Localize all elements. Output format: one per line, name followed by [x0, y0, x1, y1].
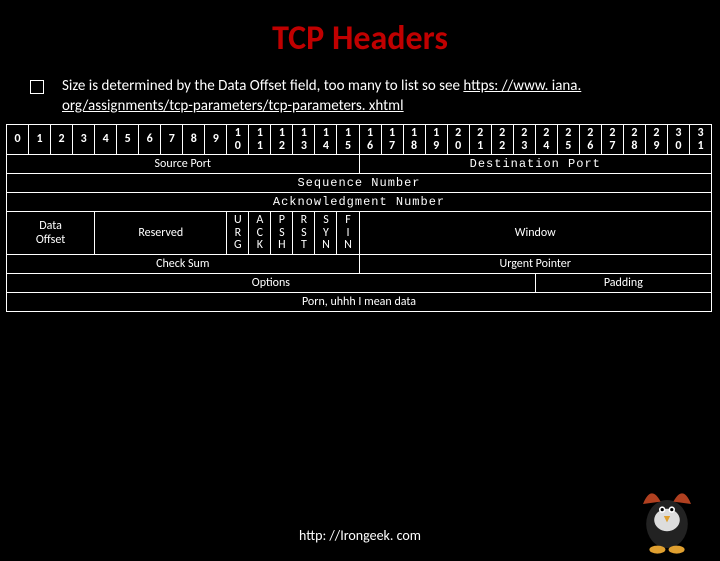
reserved-cell: Reserved	[95, 212, 227, 255]
bit-5: 5	[117, 125, 139, 155]
bit-21: 2 1	[469, 125, 491, 155]
tcp-header-table: 01234567891 01 11 21 31 41 51 61 71 81 9…	[6, 124, 712, 312]
dest-port-cell: Destination Port	[359, 155, 712, 174]
bullet-marker	[30, 80, 44, 94]
bit-6: 6	[139, 125, 161, 155]
bit-13: 1 3	[293, 125, 315, 155]
bit-8: 8	[183, 125, 205, 155]
mascot-image	[622, 476, 712, 556]
flag-rst: R S T	[293, 212, 315, 255]
seq-num-cell: Sequence Number	[7, 174, 712, 193]
bit-29: 2 9	[645, 125, 667, 155]
checksum-cell: Check Sum	[7, 254, 360, 273]
bit-16: 1 6	[359, 125, 381, 155]
bit-28: 2 8	[623, 125, 645, 155]
slide-title: TCP Headers	[0, 18, 720, 59]
bullet-prefix: Size is determined by the Data Offset fi…	[62, 77, 463, 95]
bit-17: 1 7	[381, 125, 403, 155]
source-port-cell: Source Port	[7, 155, 360, 174]
flag-psh: P S H	[271, 212, 293, 255]
bullet-text: Size is determined by the Data Offset fi…	[62, 77, 680, 116]
data-offset-cell: Data Offset	[7, 212, 95, 255]
bullet-item: Size is determined by the Data Offset fi…	[30, 77, 680, 116]
flag-urg: U R G	[227, 212, 249, 255]
padding-cell: Padding	[535, 273, 711, 292]
bit-18: 1 8	[403, 125, 425, 155]
flag-fin: F I N	[337, 212, 359, 255]
footer-link: http: //Irongeek. com	[0, 527, 720, 544]
bit-10: 1 0	[227, 125, 249, 155]
bit-15: 1 5	[337, 125, 359, 155]
bit-2: 2	[51, 125, 73, 155]
flag-syn: S Y N	[315, 212, 337, 255]
ack-num-cell: Acknowledgment Number	[7, 193, 712, 212]
data-cell: Porn, uhhh I mean data	[7, 292, 712, 311]
bit-22: 2 2	[491, 125, 513, 155]
flag-ack: A C K	[249, 212, 271, 255]
bit-12: 1 2	[271, 125, 293, 155]
bit-1: 1	[29, 125, 51, 155]
bit-27: 2 7	[601, 125, 623, 155]
urgent-ptr-cell: Urgent Pointer	[359, 254, 712, 273]
bit-0: 0	[7, 125, 29, 155]
bit-25: 2 5	[557, 125, 579, 155]
bit-7: 7	[161, 125, 183, 155]
bit-19: 1 9	[425, 125, 447, 155]
bit-23: 2 3	[513, 125, 535, 155]
bit-3: 3	[73, 125, 95, 155]
bit-20: 2 0	[447, 125, 469, 155]
bit-11: 1 1	[249, 125, 271, 155]
bit-24: 2 4	[535, 125, 557, 155]
bit-26: 2 6	[579, 125, 601, 155]
bit-9: 9	[205, 125, 227, 155]
window-cell: Window	[359, 212, 712, 255]
bit-14: 1 4	[315, 125, 337, 155]
bit-4: 4	[95, 125, 117, 155]
options-cell: Options	[7, 273, 536, 292]
bit-31: 3 1	[689, 125, 711, 155]
bit-30: 3 0	[667, 125, 689, 155]
bit-row: 01234567891 01 11 21 31 41 51 61 71 81 9…	[7, 125, 712, 155]
